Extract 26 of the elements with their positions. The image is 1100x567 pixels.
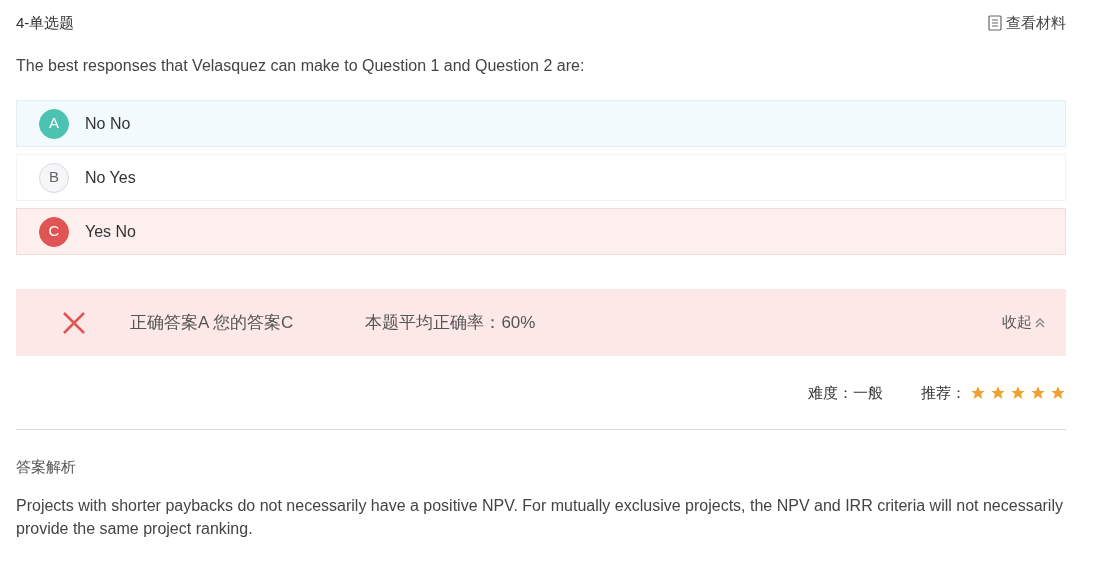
option-text: Yes No [85,221,136,242]
star-icon [970,385,986,401]
answer-option[interactable]: A No No [16,100,1066,147]
difficulty-text: 难度：一般 [808,382,883,403]
star-icon [1010,385,1026,401]
answer-option[interactable]: C Yes No [16,208,1066,255]
double-chevron-up-icon [1034,316,1046,329]
star-icon [1050,385,1066,401]
analysis-heading: 答案解析 [16,457,76,477]
option-letter: B [39,162,69,193]
star-icon [1030,385,1046,401]
recommend-label: 推荐： [921,382,966,403]
collapse-button[interactable]: 收起 [1002,311,1046,334]
option-text: No No [85,113,131,134]
accuracy-text: 本题平均正确率：60% [365,311,536,334]
analysis-text: Projects with shorter paybacks do not necessarily have a positive NPV. For mutually exclusive projects, the NPV and IRR criteria will not necessarily provide the same project ranking. [16,495,1064,539]
question-text: The best responses that Velasquez can make to Question 1 and Question 2 are: [16,56,586,76]
document-icon [988,15,1002,31]
option-text: No Yes [85,167,136,188]
star-icon [990,385,1006,401]
question-type: 4-单选题 [16,12,75,33]
option-letter: A [39,108,69,139]
option-letter: C [39,216,69,247]
answer-summary: 正确答案A 您的答案C [130,311,294,334]
answer-option[interactable]: B No Yes [16,154,1066,201]
view-material-link[interactable]: 查看材料 [988,11,1066,35]
